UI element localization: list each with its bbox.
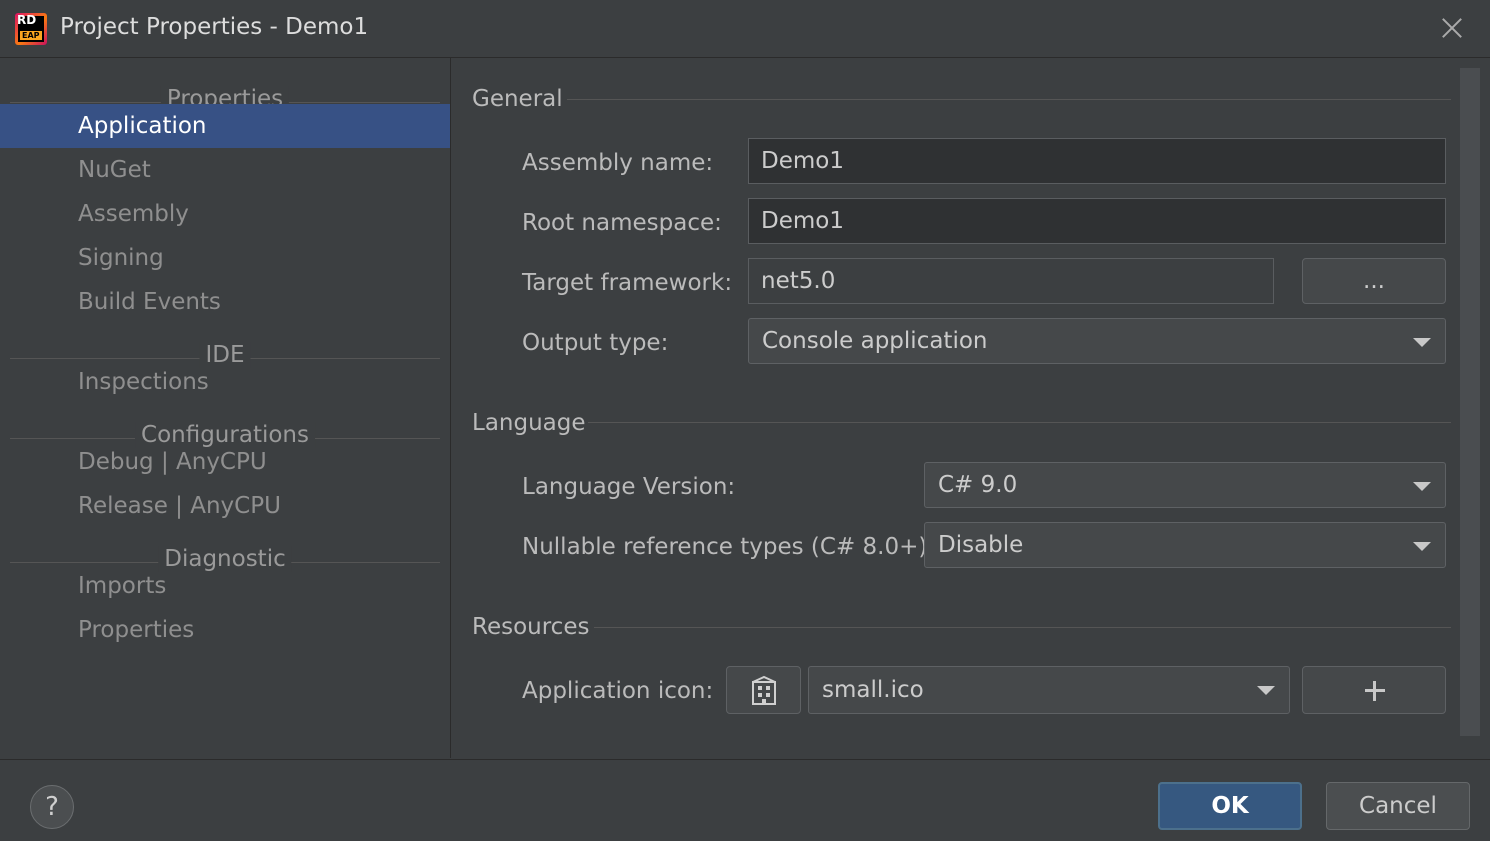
- vertical-scrollbar[interactable]: [1460, 68, 1480, 736]
- application-icon-preview-button[interactable]: [726, 666, 801, 714]
- group-divider: [588, 422, 1451, 423]
- output-type-dropdown[interactable]: Console application: [748, 318, 1446, 364]
- output-type-value: Console application: [762, 328, 988, 354]
- close-icon[interactable]: [1436, 12, 1468, 44]
- title-bar: RD EAP Project Properties - Demo1: [0, 0, 1490, 58]
- chevron-down-icon: [1257, 686, 1275, 695]
- group-header-language: Language: [472, 410, 586, 436]
- sidebar-item-imports[interactable]: Imports: [0, 564, 450, 608]
- group-header-resources: Resources: [472, 614, 590, 640]
- chevron-down-icon: [1413, 542, 1431, 551]
- group-divider: [594, 627, 1451, 628]
- window-title: Project Properties - Demo1: [60, 14, 369, 40]
- logo-text-rd: RD: [17, 13, 37, 27]
- language-version-value: C# 9.0: [938, 472, 1018, 498]
- sidebar-item-assembly[interactable]: Assembly: [0, 192, 450, 236]
- sidebar-item-build-events[interactable]: Build Events: [0, 280, 450, 324]
- language-version-dropdown[interactable]: C# 9.0: [924, 462, 1446, 508]
- cancel-button[interactable]: Cancel: [1326, 782, 1470, 830]
- sidebar-item-release-anycpu[interactable]: Release | AnyCPU: [0, 484, 450, 528]
- chevron-down-icon: [1413, 482, 1431, 491]
- add-icon-button[interactable]: [1302, 666, 1446, 714]
- nullable-types-value: Disable: [938, 532, 1024, 558]
- application-icon-label: Application icon:: [522, 678, 714, 704]
- sidebar-item-inspections[interactable]: Inspections: [0, 360, 450, 404]
- sidebar-item-signing[interactable]: Signing: [0, 236, 450, 280]
- browse-framework-button[interactable]: ...: [1302, 258, 1446, 304]
- help-button[interactable]: ?: [30, 785, 74, 829]
- application-icon-value: small.ico: [822, 677, 924, 703]
- nullable-types-dropdown[interactable]: Disable: [924, 522, 1446, 568]
- ok-button[interactable]: OK: [1158, 782, 1302, 830]
- sidebar-item-nuget[interactable]: NuGet: [0, 148, 450, 192]
- application-icon-dropdown[interactable]: small.ico: [808, 666, 1290, 714]
- nullable-types-label: Nullable reference types (C# 8.0+):: [522, 534, 936, 560]
- group-header-general: General: [472, 86, 563, 112]
- rider-logo-icon: RD EAP: [15, 13, 47, 45]
- sidebar-item-properties[interactable]: Properties: [0, 608, 450, 652]
- output-type-label: Output type:: [522, 330, 669, 356]
- language-version-label: Language Version:: [522, 474, 736, 500]
- chevron-down-icon: [1413, 338, 1431, 347]
- target-framework-input[interactable]: net5.0: [748, 258, 1274, 304]
- root-namespace-input[interactable]: Demo1: [748, 198, 1446, 244]
- assembly-name-label: Assembly name:: [522, 150, 714, 176]
- sidebar: Properties Application NuGet Assembly Si…: [0, 58, 451, 758]
- root-namespace-label: Root namespace:: [522, 210, 722, 236]
- sidebar-item-debug-anycpu[interactable]: Debug | AnyCPU: [0, 440, 450, 484]
- logo-text-eap: EAP: [20, 31, 42, 40]
- application-icon: [752, 675, 776, 705]
- target-framework-label: Target framework:: [522, 270, 733, 296]
- group-divider: [567, 99, 1451, 100]
- assembly-name-input[interactable]: Demo1: [748, 138, 1446, 184]
- sidebar-item-application[interactable]: Application: [0, 104, 450, 148]
